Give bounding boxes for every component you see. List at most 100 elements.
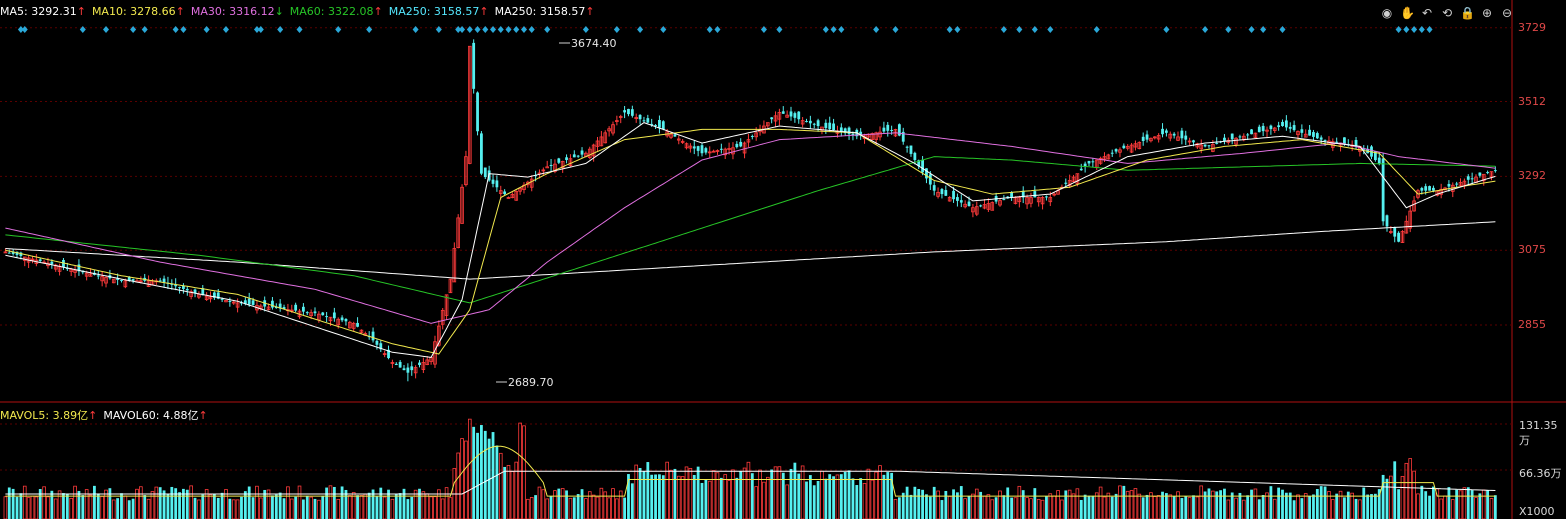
volume-bar-down <box>131 498 135 519</box>
candle-down <box>375 340 379 345</box>
volume-bar-up <box>893 499 898 519</box>
candle-down <box>572 154 576 158</box>
volume-bar-down <box>1397 489 1400 519</box>
volume-bar-up <box>3 496 8 519</box>
rotate-icon[interactable]: ⟲ <box>1440 6 1454 20</box>
zoom-in-icon[interactable]: ⊕ <box>1480 6 1494 20</box>
volume-bar-up <box>363 493 368 519</box>
volume-bar-up <box>595 496 600 519</box>
volume-bar-up <box>785 484 789 519</box>
ma-legend-item-0: MA5: 3292.31↑ <box>0 5 86 18</box>
volume-bar-down <box>1315 489 1319 519</box>
volume-bar-down <box>816 480 820 519</box>
volume-bar-down <box>1420 485 1424 519</box>
signal-diamond <box>954 26 961 33</box>
volume-bar-down <box>220 492 224 519</box>
signal-diamond <box>505 26 512 33</box>
volume-bar-up <box>189 485 193 519</box>
ma-legend-item-3: MA60: 3322.08↑ <box>289 5 383 18</box>
volume-bar-up <box>73 485 77 519</box>
lock-icon[interactable]: 🔒 <box>1460 6 1475 20</box>
candle-down <box>1284 120 1288 128</box>
signal-diamond <box>79 26 86 33</box>
volume-bar-up <box>618 490 623 519</box>
volume-bar-up <box>537 486 542 519</box>
kline-chart[interactable] <box>0 0 1566 519</box>
candle-down <box>816 120 820 127</box>
candle-down <box>627 108 630 115</box>
candle-down <box>1184 135 1188 140</box>
volume-bar-up <box>1152 496 1157 519</box>
candle-down <box>847 127 851 135</box>
volume-bar-up <box>1133 488 1138 519</box>
volume-bar-down <box>282 498 286 519</box>
volume-bar-down <box>1466 487 1470 519</box>
candle-down <box>739 141 743 147</box>
candle-down <box>928 174 932 185</box>
volume-bar-down <box>503 466 507 519</box>
volume-bar-down <box>1428 495 1431 519</box>
zoom-out-icon[interactable]: ⊖ <box>1500 6 1514 20</box>
volume-bar-down <box>201 494 205 519</box>
candle-down <box>1165 130 1168 133</box>
volume-bar-up <box>1234 497 1238 519</box>
volume-bar-up <box>328 485 333 519</box>
volume-bar-up <box>1040 499 1045 519</box>
candle-down <box>398 361 402 368</box>
signal-diamond <box>103 26 110 33</box>
candle-down <box>696 146 700 151</box>
candle-down <box>944 190 948 196</box>
signal-diamond <box>637 26 644 33</box>
volume-bar-down <box>251 497 255 519</box>
candle-down <box>1215 142 1219 144</box>
volume-bar-down <box>19 493 23 519</box>
hand-icon[interactable]: ✋ <box>1400 6 1415 20</box>
volume-bar-up <box>235 499 240 519</box>
volume-bar-down <box>735 477 739 519</box>
volume-bar-up <box>870 479 875 519</box>
volume-bar-up <box>1242 499 1246 519</box>
volume-bar-up <box>1338 490 1343 519</box>
candle-down <box>402 368 406 371</box>
undo-icon[interactable]: ↶ <box>1420 6 1434 20</box>
eye-icon[interactable]: ◉ <box>1380 6 1394 20</box>
candle-down <box>1428 186 1431 191</box>
volume-bar-down <box>789 468 793 519</box>
volume-bar-down <box>1335 493 1339 519</box>
candle-down <box>661 121 665 130</box>
volume-bar-down <box>1284 492 1288 519</box>
volume-bar-up <box>348 495 352 519</box>
candle-down <box>781 111 785 114</box>
candle-down <box>495 180 499 188</box>
volume-bar-down <box>1366 494 1370 519</box>
signal-diamond <box>513 26 520 33</box>
volume-bar-down <box>1323 486 1327 519</box>
volume-bar-down <box>576 494 580 519</box>
volume-bar-up <box>986 494 991 519</box>
candle-down <box>1172 133 1176 136</box>
ma5-line <box>5 122 1496 358</box>
signal-diamond <box>1225 26 1232 33</box>
volume-bar-up <box>676 475 681 519</box>
volume-bar-down <box>1250 489 1253 519</box>
volume-bar-down <box>1064 490 1068 519</box>
volume-bar-up <box>26 497 31 519</box>
volume-bar-up <box>1331 499 1335 519</box>
volume-bar-down <box>1362 487 1366 519</box>
volume-bar-up <box>123 495 128 519</box>
candle-down <box>959 200 963 203</box>
volume-bar-up <box>208 494 213 519</box>
volume-bar-up <box>1439 498 1443 519</box>
volume-bar-up <box>1412 470 1416 519</box>
volume-bar-down <box>1269 486 1273 519</box>
volume-bar-up <box>197 499 201 519</box>
volume-bar-down <box>1141 497 1145 519</box>
volume-bar-up <box>1013 497 1018 519</box>
volume-bar-up <box>30 495 35 519</box>
signal-diamond <box>466 26 473 33</box>
volume-bar-up <box>506 465 511 519</box>
candle-down <box>1424 186 1428 191</box>
volume-legend: MAVOL5: 3.89亿↑ MAVOL60: 4.88亿↑ <box>0 407 214 423</box>
candle-down <box>301 306 305 312</box>
volume-bar-up <box>1350 492 1354 519</box>
